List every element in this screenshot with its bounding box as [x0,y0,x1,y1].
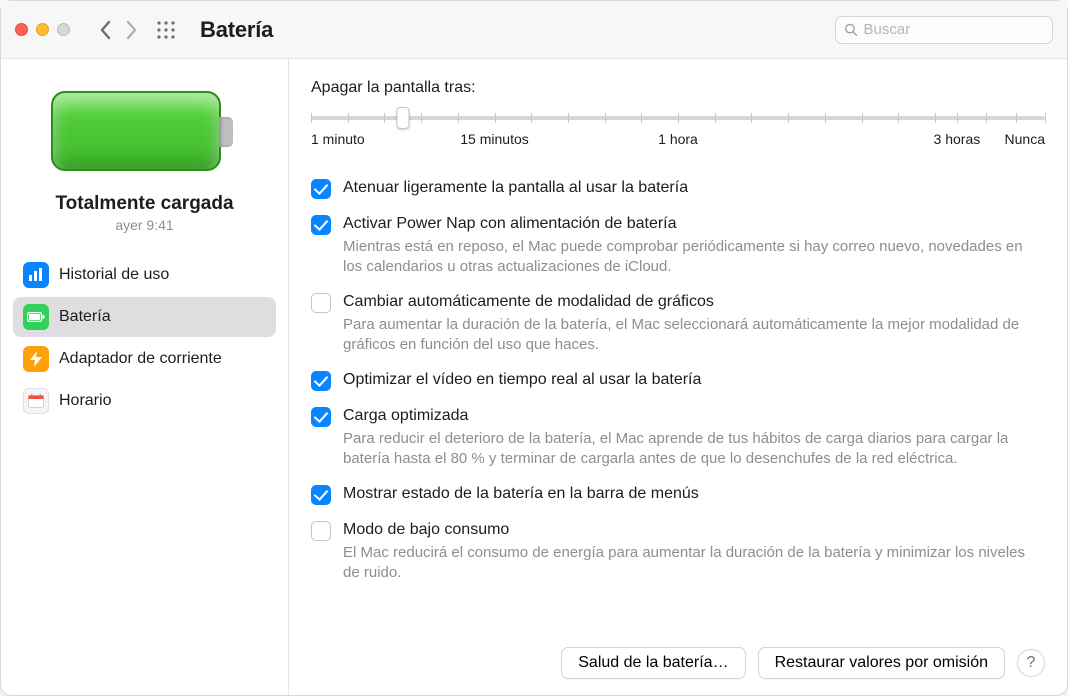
battery-level-icon [51,83,239,179]
sidebar-item-label: Adaptador de corriente [59,350,222,368]
grid-icon [156,20,176,40]
sidebar-nav: Historial de uso Batería Adaptador de corr… [13,255,276,421]
toolbar: Batería [1,1,1067,59]
option-checkbox[interactable] [311,521,331,541]
battery-status-title: Totalmente cargada [55,193,233,215]
slider-tick [986,113,987,123]
option-title: Mostrar estado de la batería en la barra… [343,483,1045,505]
slider-tick [935,113,936,123]
option-title: Activar Power Nap con alimentación de ba… [343,213,1045,235]
sidebar-item-batería[interactable]: Batería [13,297,276,337]
option-title: Cambiar automáticamente de modalidad de … [343,291,1045,313]
slider-tick [1016,113,1017,123]
battery-full-icon [23,304,49,330]
option-checkbox[interactable] [311,215,331,235]
option-text: Modo de bajo consumoEl Mac reducirá el c… [343,519,1045,583]
option-row: Mostrar estado de la batería en la barra… [311,483,1045,505]
option-text: Carga optimizadaPara reducir el deterior… [343,405,1045,469]
slider-tick [1045,113,1046,123]
battery-health-button[interactable]: Salud de la batería… [561,647,745,679]
sidebar-item-label: Batería [59,308,111,326]
battery-options-list: Atenuar ligeramente la pantalla al usar … [311,177,1045,583]
option-text: Cambiar automáticamente de modalidad de … [343,291,1045,355]
help-button[interactable]: ? [1017,649,1045,677]
close-window-button[interactable] [15,23,28,36]
search-icon [844,22,858,37]
calendar-icon [23,388,49,414]
main-pane: Apagar la pantalla tras: 1 minuto 15 minu… [289,59,1067,695]
option-row: Carga optimizadaPara reducir el deterior… [311,405,1045,469]
slider-tick [531,113,532,123]
search-input[interactable] [864,21,1044,38]
slider-tick [751,113,752,123]
option-description: Para aumentar la duración de la batería,… [343,315,1045,356]
option-checkbox[interactable] [311,371,331,391]
option-text: Optimizar el vídeo en tiempo real al usa… [343,369,1045,391]
option-description: El Mac reducirá el consumo de energía pa… [343,543,1045,584]
pane-footer: Salud de la batería… Restaurar valores p… [311,629,1045,679]
option-title: Modo de bajo consumo [343,519,1045,541]
option-title: Optimizar el vídeo en tiempo real al usa… [343,369,1045,391]
option-description: Para reducir el deterioro de la batería,… [343,429,1045,470]
slider-tick [348,113,349,123]
slider-tick-label: 3 horas [934,131,981,147]
back-button[interactable] [92,13,118,47]
slider-tick-label: 1 hora [658,131,698,147]
option-checkbox[interactable] [311,179,331,199]
slider-tick [384,113,385,123]
slider-tick [421,113,422,123]
sidebar-item-historial-de-uso[interactable]: Historial de uso [13,255,276,295]
show-all-preferences-button[interactable] [150,14,182,46]
slider-tick [495,113,496,123]
slider-tick [568,113,569,123]
option-text: Mostrar estado de la batería en la barra… [343,483,1045,505]
sidebar-item-label: Historial de uso [59,266,169,284]
slider-tick [898,113,899,123]
slider-tick [641,113,642,123]
restore-defaults-button[interactable]: Restaurar valores por omisión [758,647,1005,679]
option-row: Cambiar automáticamente de modalidad de … [311,291,1045,355]
slider-tick [957,113,958,123]
slider-tick-label: 15 minutos [460,131,528,147]
zoom-window-button[interactable] [57,23,70,36]
page-title: Batería [200,17,273,43]
battery-status-timestamp: ayer 9:41 [115,217,173,233]
sidebar-item-horario[interactable]: Horario [13,381,276,421]
option-row: Modo de bajo consumoEl Mac reducirá el c… [311,519,1045,583]
slider-tick-label: 1 minuto [311,131,365,147]
option-checkbox[interactable] [311,407,331,427]
sidebar-item-adaptador-de-corriente[interactable]: Adaptador de corriente [13,339,276,379]
option-checkbox[interactable] [311,293,331,313]
sidebar: Totalmente cargada ayer 9:41 Historial d… [1,59,289,695]
window-controls [15,23,70,36]
bolt-icon [23,346,49,372]
forward-button[interactable] [118,13,144,47]
option-row: Atenuar ligeramente la pantalla al usar … [311,177,1045,199]
slider-tick [715,113,716,123]
option-row: Activar Power Nap con alimentación de ba… [311,213,1045,277]
slider-tick [311,113,312,123]
minimize-window-button[interactable] [36,23,49,36]
slider-tick [862,113,863,123]
chart-bars-icon [23,262,49,288]
display-sleep-slider-label: Apagar la pantalla tras: [311,79,1045,97]
slider-tick [605,113,606,123]
slider-tick [825,113,826,123]
slider-tick [458,113,459,123]
option-text: Atenuar ligeramente la pantalla al usar … [343,177,1045,199]
option-text: Activar Power Nap con alimentación de ba… [343,213,1045,277]
option-checkbox[interactable] [311,485,331,505]
option-title: Atenuar ligeramente la pantalla al usar … [343,177,1045,199]
slider-thumb[interactable] [396,107,409,129]
display-sleep-slider[interactable]: 1 minuto 15 minutos 1 hora 3 horas Nunca [311,107,1045,145]
option-row: Optimizar el vídeo en tiempo real al usa… [311,369,1045,391]
search-field[interactable] [835,16,1053,44]
sidebar-item-label: Horario [59,392,111,410]
slider-tick [678,113,679,123]
option-title: Carga optimizada [343,405,1045,427]
battery-status-summary: Totalmente cargada ayer 9:41 [13,83,276,233]
slider-tick-label: Nunca [1005,131,1045,147]
slider-tick [788,113,789,123]
option-description: Mientras está en reposo, el Mac puede co… [343,237,1045,278]
